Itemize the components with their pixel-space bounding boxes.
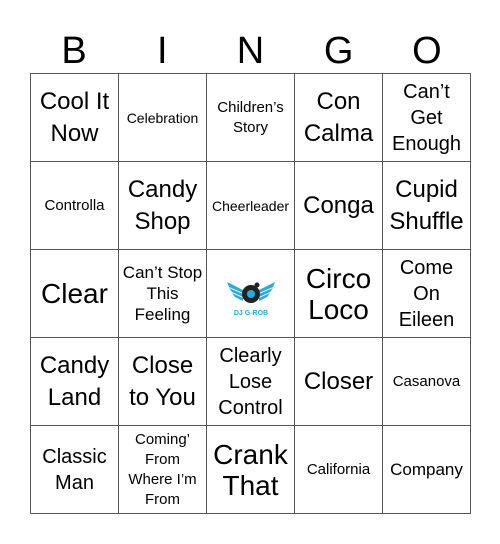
bingo-cell[interactable]: Closer <box>295 338 383 426</box>
bingo-cell[interactable]: Children’s Story <box>207 74 295 162</box>
bingo-cell[interactable]: Candy Land <box>31 338 119 426</box>
cell-label: Cheerleader <box>211 197 290 214</box>
cell-label: Coming’ From Where I’m From <box>128 430 197 508</box>
header-letter-b: B <box>61 30 87 72</box>
header-letter-o: O <box>412 30 442 72</box>
bingo-cell[interactable]: Cool It Now <box>31 74 119 162</box>
bingo-cell[interactable]: Clear <box>31 250 119 338</box>
cell-label: Conga <box>303 191 374 219</box>
cell-label: Controlla <box>44 196 105 214</box>
bingo-cell[interactable]: Cupid Shuffle <box>383 162 471 250</box>
cell-label: Clearly Lose Control <box>218 344 283 419</box>
cell-label: Cool It Now <box>39 87 110 147</box>
header-letter-g: G <box>323 30 354 72</box>
logo-text: DJ G-ROB <box>233 310 267 317</box>
cell-label: Clear <box>41 278 108 309</box>
bingo-cell[interactable]: Candy Shop <box>119 162 207 250</box>
cell-label: Casanova <box>392 372 461 390</box>
cell-label: Company <box>390 460 463 479</box>
cell-label: Come On Eileen <box>398 256 455 331</box>
bingo-cell[interactable]: Coming’ From Where I’m From <box>119 426 207 514</box>
bingo-cell[interactable]: Classic Man <box>31 426 119 514</box>
bingo-grid: Cool It Now Celebration Children’s Story Co… <box>30 73 471 514</box>
cell-label: Closer <box>303 367 374 395</box>
header-letter-n: N <box>236 30 265 72</box>
free-space-cell[interactable]: DJ G-ROB <box>207 250 295 338</box>
bingo-cell[interactable]: Company <box>383 426 471 514</box>
cell-label: Con Calma <box>303 87 374 147</box>
bingo-cell[interactable]: Close to You <box>119 338 207 426</box>
header-letter-i: I <box>157 30 168 72</box>
cell-label: Circo Loco <box>305 262 372 325</box>
bingo-cell[interactable]: Crank That <box>207 426 295 514</box>
cell-label: Crank That <box>213 438 288 501</box>
bingo-cell[interactable]: Con Calma <box>295 74 383 162</box>
bingo-cell[interactable]: Come On Eileen <box>383 250 471 338</box>
cell-label: Cupid Shuffle <box>389 175 464 235</box>
bingo-cell[interactable]: Controlla <box>31 162 119 250</box>
cell-label: Children’s Story <box>217 98 284 136</box>
bingo-cell[interactable]: Can’t Get Enough <box>383 74 471 162</box>
bingo-cell[interactable]: California <box>295 426 383 514</box>
bingo-cell[interactable]: Casanova <box>383 338 471 426</box>
cell-label: California <box>306 460 371 478</box>
bingo-cell[interactable]: Can’t Stop This Feeling <box>119 250 207 338</box>
cell-label: Celebration <box>126 109 199 126</box>
bingo-cell[interactable]: Circo Loco <box>295 250 383 338</box>
bingo-cell[interactable]: Cheerleader <box>207 162 295 250</box>
cell-label: Can’t Get Enough <box>392 80 461 155</box>
bingo-header: B I N G O <box>30 30 471 72</box>
cell-label: Classic Man <box>42 445 107 494</box>
dj-logo-icon: DJ G-ROB <box>226 281 275 317</box>
cell-label: Close to You <box>129 351 196 411</box>
cell-label: Candy Shop <box>127 175 198 235</box>
cell-label: Candy Land <box>39 351 110 411</box>
bingo-cell[interactable]: Conga <box>295 162 383 250</box>
cell-label: Can’t Stop This Feeling <box>122 263 203 324</box>
bingo-cell[interactable]: Celebration <box>119 74 207 162</box>
bingo-cell[interactable]: Clearly Lose Control <box>207 338 295 426</box>
